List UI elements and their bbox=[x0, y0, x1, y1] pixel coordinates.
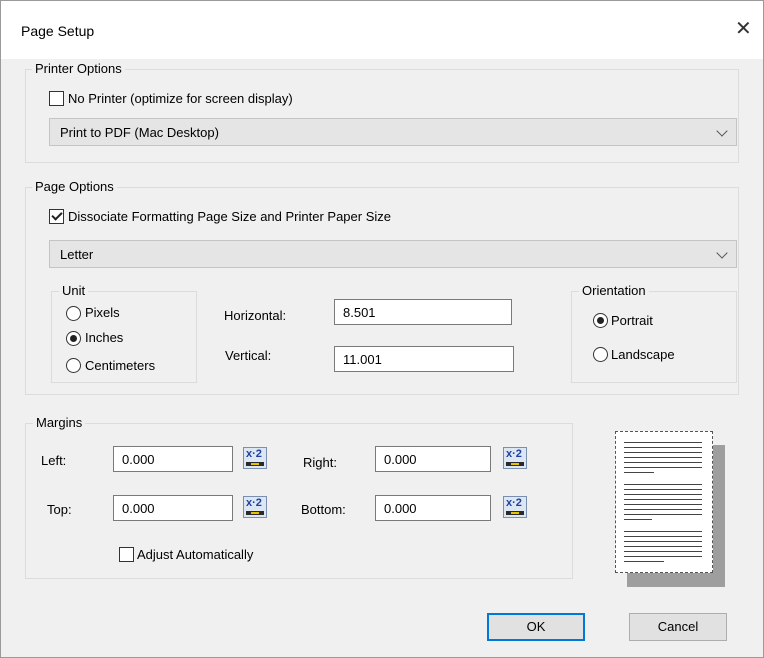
printer-options-group bbox=[25, 69, 739, 163]
printer-options-label: Printer Options bbox=[32, 61, 125, 76]
preview-line bbox=[624, 561, 664, 562]
dissociate-checkbox[interactable] bbox=[49, 209, 64, 224]
preview-line bbox=[624, 514, 702, 515]
orientation-landscape-radio[interactable] bbox=[593, 347, 608, 362]
no-printer-checkbox[interactable] bbox=[49, 91, 64, 106]
preview-line bbox=[624, 484, 702, 485]
preview-line bbox=[624, 472, 654, 473]
pencil-icon bbox=[506, 462, 524, 466]
margin-right-label: Right: bbox=[303, 455, 337, 470]
page-preview bbox=[615, 431, 727, 589]
orientation-group bbox=[571, 291, 737, 383]
dissociate-label: Dissociate Formatting Page Size and Prin… bbox=[68, 209, 391, 224]
close-icon[interactable]: ✕ bbox=[735, 19, 752, 39]
margin-top-input[interactable] bbox=[113, 495, 233, 521]
pencil-icon bbox=[506, 511, 524, 515]
calc-icon-text: x·2 bbox=[246, 497, 262, 509]
orientation-portrait-radio[interactable] bbox=[593, 313, 608, 328]
preview-line bbox=[624, 457, 702, 458]
preview-line bbox=[624, 504, 702, 505]
margin-right-calc-button[interactable]: x·2 bbox=[503, 447, 527, 469]
page-setup-dialog: Page Setup ✕ Printer Options No Printer … bbox=[0, 0, 764, 658]
preview-line bbox=[624, 509, 702, 510]
unit-centimeters-label: Centimeters bbox=[85, 358, 156, 373]
preview-line bbox=[624, 447, 702, 448]
orientation-label: Orientation bbox=[579, 283, 649, 298]
unit-label: Unit bbox=[59, 283, 89, 298]
margin-left-calc-button[interactable]: x·2 bbox=[243, 447, 267, 469]
margin-bottom-calc-button[interactable]: x·2 bbox=[503, 496, 527, 518]
preview-line bbox=[624, 462, 702, 463]
preview-line bbox=[624, 556, 702, 557]
margin-left-input[interactable] bbox=[113, 446, 233, 472]
cancel-button[interactable]: Cancel bbox=[629, 613, 727, 641]
unit-centimeters-radio[interactable] bbox=[66, 358, 81, 373]
printer-select-value: Print to PDF (Mac Desktop) bbox=[60, 125, 219, 140]
paper-size-value: Letter bbox=[60, 247, 94, 262]
page-options-label: Page Options bbox=[32, 179, 117, 194]
orientation-landscape-label: Landscape bbox=[611, 347, 675, 362]
unit-inches-radio[interactable] bbox=[66, 331, 81, 346]
adjust-automatically-label: Adjust Automatically bbox=[137, 547, 254, 562]
margins-label: Margins bbox=[33, 415, 86, 430]
margin-top-calc-button[interactable]: x·2 bbox=[243, 496, 267, 518]
orientation-portrait-label: Portrait bbox=[611, 313, 653, 328]
adjust-automatically-checkbox[interactable] bbox=[119, 547, 134, 562]
dialog-title: Page Setup bbox=[21, 23, 95, 39]
preview-line bbox=[624, 452, 702, 453]
margin-right-input[interactable] bbox=[375, 446, 491, 472]
chevron-down-icon bbox=[716, 125, 728, 137]
margin-bottom-label: Bottom: bbox=[301, 502, 346, 517]
page-preview-paper bbox=[615, 431, 713, 573]
preview-line bbox=[624, 541, 702, 542]
pencil-icon bbox=[246, 462, 264, 466]
margin-bottom-input[interactable] bbox=[375, 495, 491, 521]
horizontal-input[interactable] bbox=[334, 299, 512, 325]
margin-top-label: Top: bbox=[47, 502, 72, 517]
preview-line bbox=[624, 489, 702, 490]
preview-line bbox=[624, 551, 702, 552]
vertical-input[interactable] bbox=[334, 346, 514, 372]
no-printer-label: No Printer (optimize for screen display) bbox=[68, 91, 293, 106]
horizontal-label: Horizontal: bbox=[224, 308, 287, 323]
calc-icon-text: x·2 bbox=[246, 448, 262, 460]
preview-line bbox=[624, 467, 702, 468]
title-bar: Page Setup ✕ bbox=[1, 1, 763, 59]
paper-size-select[interactable]: Letter bbox=[49, 240, 737, 268]
pencil-icon bbox=[246, 511, 264, 515]
calc-icon-text: x·2 bbox=[506, 448, 522, 460]
calc-icon-text: x·2 bbox=[506, 497, 522, 509]
preview-line bbox=[624, 536, 702, 537]
vertical-label: Vertical: bbox=[225, 348, 272, 363]
preview-line bbox=[624, 531, 702, 532]
unit-pixels-label: Pixels bbox=[85, 305, 120, 320]
unit-pixels-radio[interactable] bbox=[66, 306, 81, 321]
preview-line bbox=[624, 499, 702, 500]
chevron-down-icon bbox=[716, 247, 728, 259]
preview-line bbox=[624, 519, 652, 520]
ok-button[interactable]: OK bbox=[487, 613, 585, 641]
margin-left-label: Left: bbox=[41, 453, 67, 468]
preview-line bbox=[624, 546, 702, 547]
preview-line bbox=[624, 442, 702, 443]
unit-inches-label: Inches bbox=[85, 330, 124, 345]
printer-select[interactable]: Print to PDF (Mac Desktop) bbox=[49, 118, 737, 146]
preview-line bbox=[624, 494, 702, 495]
